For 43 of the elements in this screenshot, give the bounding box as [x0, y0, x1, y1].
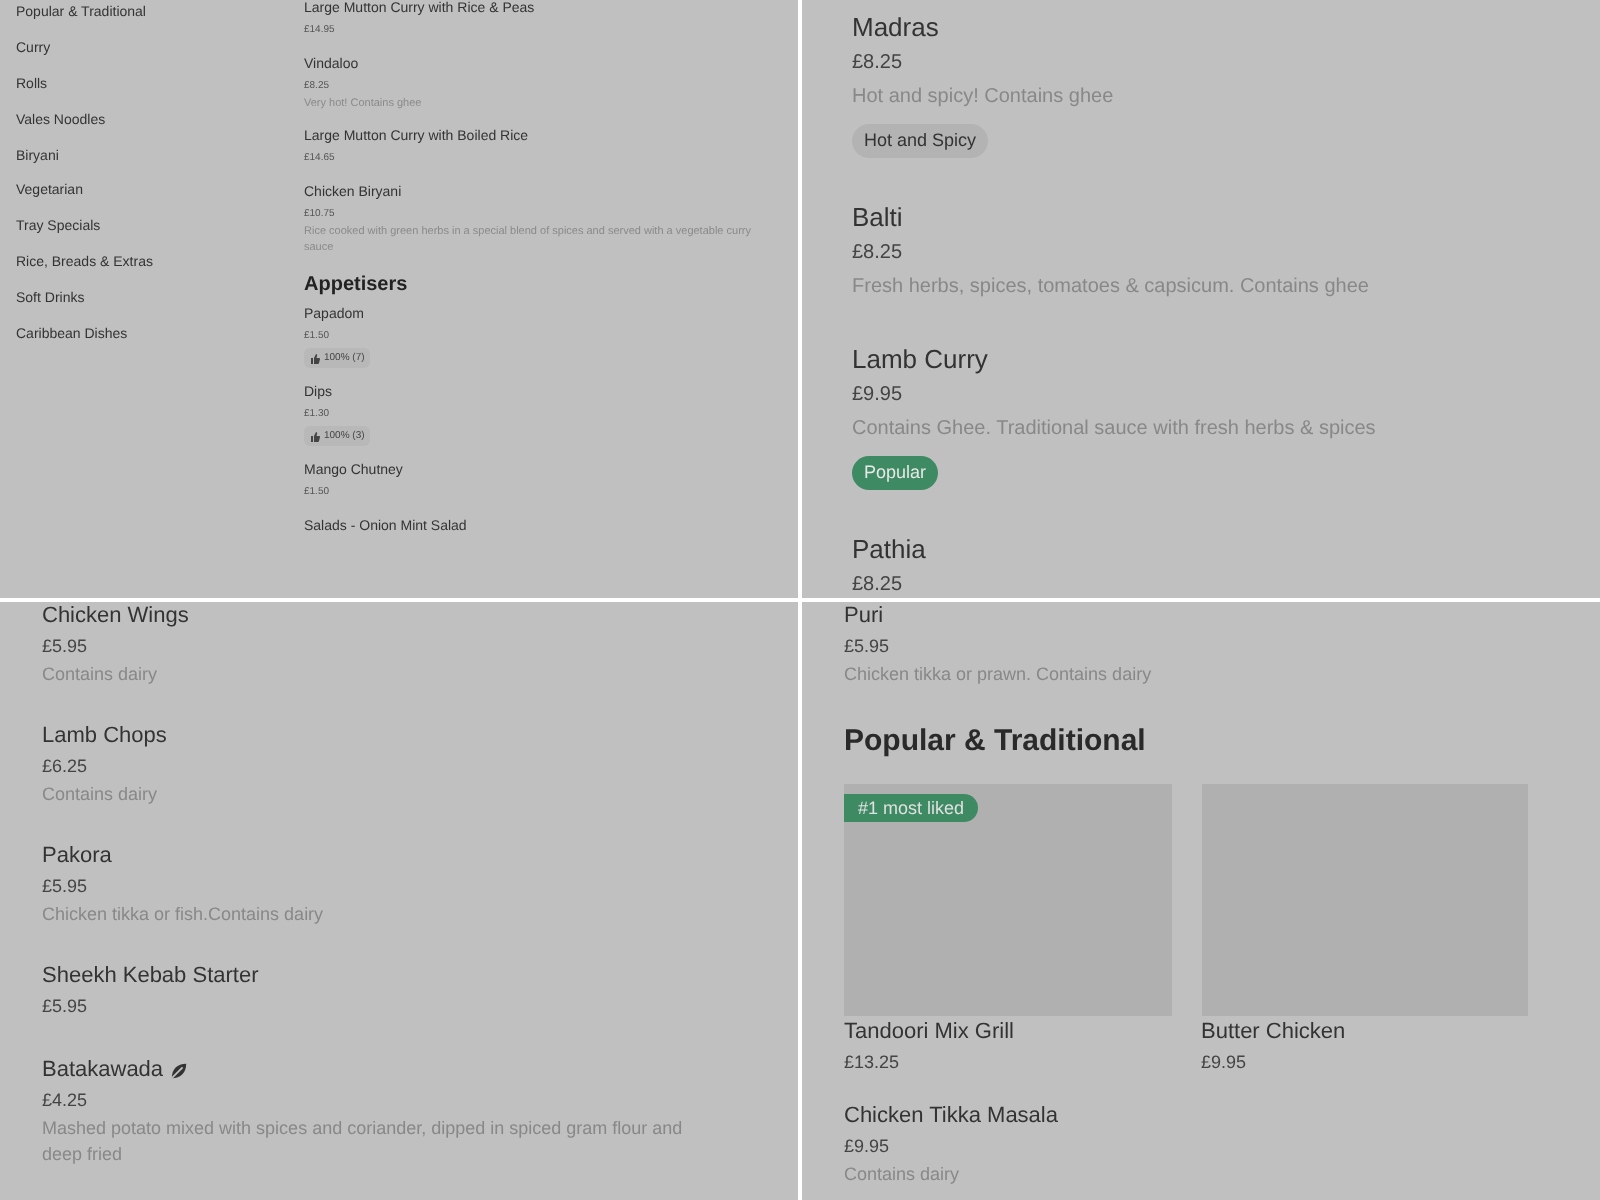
- dish-description: Contains dairy: [844, 1162, 962, 1188]
- thumbs-up-icon: [310, 431, 320, 441]
- dish-price: £5.95: [42, 994, 90, 1020]
- most-liked-badge: #1 most liked: [844, 794, 979, 822]
- dish-price: £9.95: [852, 382, 905, 410]
- section-heading: Appetisers: [304, 272, 410, 300]
- dish-name[interactable]: Batakawada: [42, 1056, 164, 1086]
- section-heading: Popular & Traditional: [844, 722, 1148, 762]
- dish-description: Contains dairy: [42, 662, 160, 688]
- dish-description: Hot and spicy! Contains ghee: [852, 84, 1116, 112]
- dish-name[interactable]: Pathia: [852, 532, 926, 568]
- dish-name[interactable]: Madras: [852, 10, 939, 46]
- dish-description: Chicken tikka or prawn. Contains dairy: [844, 662, 1154, 688]
- dish-name[interactable]: Balti: [852, 200, 903, 236]
- dish-price: £8.25: [852, 572, 905, 598]
- dish-price: £9.95: [1201, 1050, 1249, 1076]
- dish-name[interactable]: Lamb Curry: [852, 342, 988, 378]
- thumbs-up-icon: [310, 353, 320, 363]
- dish-name[interactable]: Tandoori Mix Grill: [844, 1018, 1171, 1048]
- dish-tag: Popular: [852, 456, 939, 491]
- dish-price: £13.25: [844, 1050, 902, 1076]
- dish-description: Contains dairy: [42, 782, 160, 808]
- dish-name[interactable]: Pakora: [42, 842, 112, 872]
- dish-price: £4.25: [42, 1088, 90, 1114]
- dish-price: £9.95: [844, 1134, 892, 1160]
- dish-tag: Hot and Spicy: [852, 124, 989, 159]
- dish-price: £8.25: [852, 50, 905, 78]
- dish-name[interactable]: Chicken Tikka Masala: [844, 1102, 1058, 1132]
- dish-price: £5.95: [844, 634, 892, 660]
- dish-price: £5.95: [42, 634, 90, 660]
- dish-description: Chicken tikka or fish.Contains dairy: [42, 902, 326, 928]
- dish-description: Contains Ghee. Traditional sauce with fresh herbs & spices: [852, 416, 1378, 444]
- dish-price: £5.95: [42, 874, 90, 900]
- dish-name[interactable]: Lamb Chops: [42, 722, 167, 752]
- leaf-icon: [169, 1062, 188, 1080]
- dish-name[interactable]: Puri: [844, 602, 884, 632]
- dish-price: £8.25: [852, 240, 905, 268]
- dish-description: Fresh herbs, spices, tomatoes & capsicum. Contains ghee: [852, 274, 1371, 302]
- dish-name[interactable]: Butter Chicken: [1201, 1018, 1528, 1048]
- dish-price: £6.25: [42, 754, 90, 780]
- dish-name[interactable]: Sheekh Kebab Starter: [42, 962, 259, 992]
- dish-description: Mashed potato mixed with spices and coriander, dipped in spiced gram flour and deep fried: [42, 1116, 685, 1168]
- dish-name[interactable]: Chicken Wings: [42, 602, 189, 632]
